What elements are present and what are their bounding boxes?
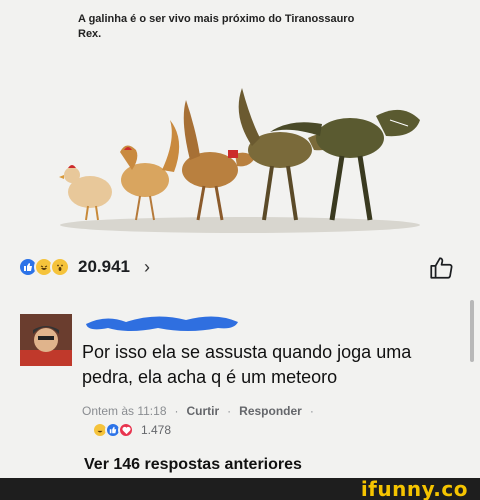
separator: · xyxy=(227,404,232,418)
scrollbar[interactable] xyxy=(470,300,474,362)
chicken-to-trex-illustration xyxy=(59,88,420,233)
comment-text: Por isso ela se assusta quando joga uma … xyxy=(82,342,412,387)
redacted-name xyxy=(86,316,238,331)
wow-icon xyxy=(50,257,70,277)
reaction-count: 20.941 xyxy=(78,257,130,276)
like-action[interactable]: Curtir xyxy=(187,404,220,418)
comment-time: Ontem às 11:18 xyxy=(82,404,167,418)
separator: · xyxy=(309,404,314,418)
chicken-1 xyxy=(59,165,112,221)
love-icon xyxy=(118,422,134,438)
avatar[interactable] xyxy=(20,314,72,366)
like-button-icon[interactable] xyxy=(428,255,454,281)
reply-action[interactable]: Responder xyxy=(239,404,302,418)
separator: · xyxy=(174,404,179,418)
post-reactions[interactable]: 20.941 › xyxy=(18,255,150,279)
watermark-bar: ifunny.co xyxy=(0,477,480,500)
comment-reaction-count: 1.478 xyxy=(141,423,172,437)
comment-meta: Ontem às 11:18 · Curtir · Responder · xyxy=(82,404,314,418)
watermark-logo: ifunny.co xyxy=(360,477,468,500)
post-caption: A galinha é o ser vivo mais próximo do T… xyxy=(78,13,355,40)
comment-reactions[interactable]: 1.478 xyxy=(92,422,171,438)
chicken-2 xyxy=(120,120,180,221)
view-more-replies-link[interactable]: Ver 146 respostas anteriores xyxy=(84,456,302,474)
dino-4 xyxy=(238,88,344,221)
chevron-right-icon[interactable]: › xyxy=(144,257,150,278)
